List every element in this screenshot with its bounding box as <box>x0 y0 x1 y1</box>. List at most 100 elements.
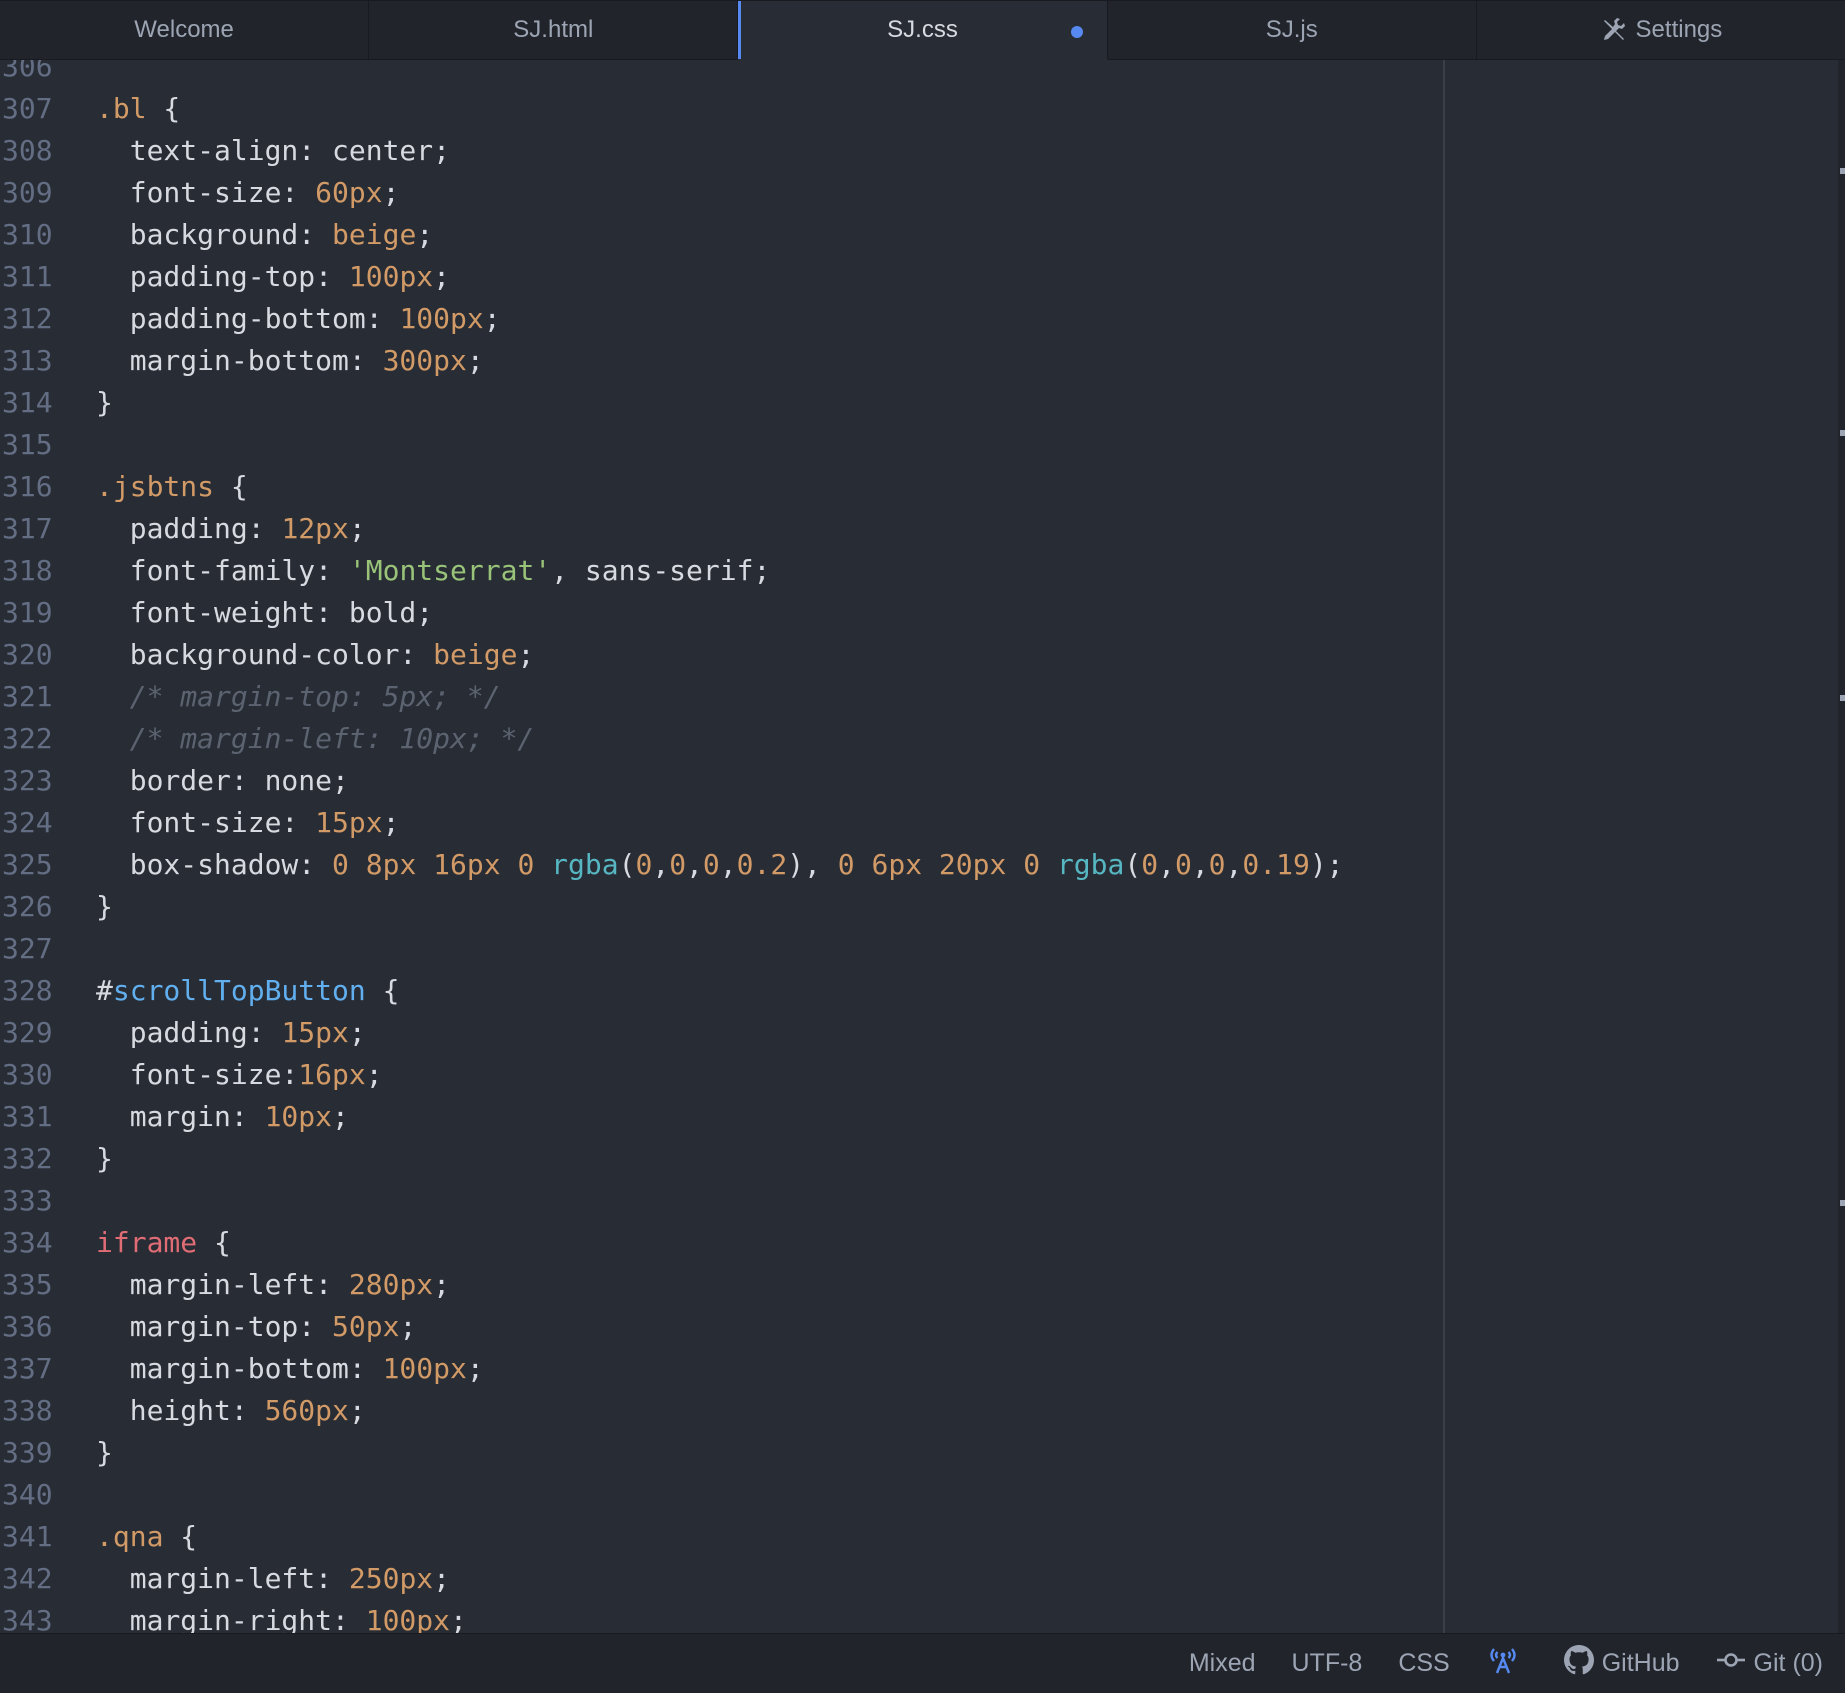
tab-sj-css[interactable]: SJ.css <box>738 1 1108 60</box>
code-line[interactable]: 319 font-weight: bold; <box>0 592 1344 634</box>
code-line[interactable]: 307 .bl { <box>0 88 1344 130</box>
line-number[interactable]: 331 <box>0 1096 56 1138</box>
code-line[interactable]: 336 margin-top: 50px; <box>0 1306 1344 1348</box>
code-line[interactable]: 308 text-align: center; <box>0 130 1344 172</box>
line-number[interactable]: 307 <box>0 88 56 130</box>
code-line[interactable]: 311 padding-top: 100px; <box>0 256 1344 298</box>
code-line[interactable]: 329 padding: 15px; <box>0 1012 1344 1054</box>
line-number[interactable]: 321 <box>0 676 56 718</box>
line-number[interactable]: 336 <box>0 1306 56 1348</box>
code-line[interactable]: 337 margin-bottom: 100px; <box>0 1348 1344 1390</box>
line-number[interactable]: 324 <box>0 802 56 844</box>
grammar-selector[interactable]: CSS <box>1398 1649 1449 1678</box>
code-line[interactable]: 309 font-size: 60px; <box>0 172 1344 214</box>
tab-sj-html[interactable]: SJ.html <box>369 1 739 60</box>
vertical-scrollbar[interactable] <box>1838 60 1845 1633</box>
line-number[interactable]: 330 <box>0 1054 56 1096</box>
code-line[interactable]: 320 background-color: beige; <box>0 634 1344 676</box>
code-line[interactable]: 317 padding: 12px; <box>0 508 1344 550</box>
code-token: font-size: <box>96 176 316 209</box>
code-line[interactable]: 342 margin-left: 250px; <box>0 1558 1344 1600</box>
code-line[interactable]: 315 <box>0 424 1344 466</box>
line-number[interactable]: 325 <box>0 844 56 886</box>
code-line[interactable]: 321 /* margin-top: 5px; */ <box>0 676 1344 718</box>
code-editor[interactable]: 306 307 .bl {308 text-align: center; 309 fo… <box>0 60 1838 1633</box>
code-token: ); <box>1309 848 1344 881</box>
code-line[interactable]: 334 iframe { <box>0 1222 1344 1264</box>
code-token: 15px <box>281 1016 349 1049</box>
code-line[interactable]: 327 <box>0 928 1344 970</box>
git-label: Git (0) <box>1753 1649 1823 1677</box>
code-line[interactable]: 312 padding-bottom: 100px; <box>0 298 1344 340</box>
code-line[interactable]: 306 <box>0 60 1344 88</box>
code-line[interactable]: 325 box-shadow: 0 8px 16px 0 rgba(0,0,0,… <box>0 844 1344 886</box>
code-token: ), <box>787 848 838 881</box>
line-number[interactable]: 334 <box>0 1222 56 1264</box>
line-number[interactable]: 311 <box>0 256 56 298</box>
line-number[interactable]: 318 <box>0 550 56 592</box>
line-number[interactable]: 306 <box>0 60 56 88</box>
code-token: 15px <box>315 806 383 839</box>
line-number[interactable]: 309 <box>0 172 56 214</box>
line-number[interactable]: 313 <box>0 340 56 382</box>
code-token: , <box>652 848 670 881</box>
line-number[interactable]: 342 <box>0 1558 56 1600</box>
line-number[interactable]: 339 <box>0 1432 56 1474</box>
code-line[interactable]: 332} <box>0 1138 1344 1180</box>
code-token: 10px <box>264 1100 333 1133</box>
code-line[interactable]: 316 .jsbtns { <box>0 466 1344 508</box>
tab-sj-js[interactable]: SJ.js <box>1107 1 1477 60</box>
line-number[interactable]: 319 <box>0 592 56 634</box>
code-token: 0 <box>1141 848 1159 881</box>
code-line[interactable]: 324 font-size: 15px; <box>0 802 1344 844</box>
line-ending-selector[interactable]: Mixed <box>1189 1649 1256 1678</box>
code-line[interactable]: 331 margin: 10px; <box>0 1096 1344 1138</box>
code-line[interactable]: 313 margin-bottom: 300px; <box>0 340 1344 382</box>
code-token: { <box>163 1520 198 1553</box>
line-number[interactable]: 315 <box>0 424 56 466</box>
line-number[interactable]: 343 <box>0 1600 56 1633</box>
code-line[interactable]: 340 <box>0 1474 1344 1516</box>
code-line[interactable]: 338 height: 560px; <box>0 1390 1344 1432</box>
line-number[interactable]: 332 <box>0 1138 56 1180</box>
code-line[interactable]: 330 font-size:16px; <box>0 1054 1344 1096</box>
line-number[interactable]: 317 <box>0 508 56 550</box>
code-line[interactable]: 318 font-family: 'Montserrat', sans-seri… <box>0 550 1344 592</box>
line-number[interactable]: 323 <box>0 760 56 802</box>
tab-welcome[interactable]: Welcome <box>0 1 370 60</box>
git-button[interactable]: Git (0) <box>1716 1645 1823 1682</box>
line-number[interactable]: 314 <box>0 382 56 424</box>
code-line[interactable]: 326} <box>0 886 1344 928</box>
line-number[interactable]: 316 <box>0 466 56 508</box>
code-line[interactable]: 339} <box>0 1432 1344 1474</box>
line-number[interactable]: 310 <box>0 214 56 256</box>
code-line[interactable]: 335 margin-left: 280px; <box>0 1264 1344 1306</box>
code-line[interactable]: 343 margin-right: 100px; <box>0 1600 1344 1633</box>
line-number[interactable]: 320 <box>0 634 56 676</box>
line-number[interactable]: 340 <box>0 1474 56 1516</box>
line-number[interactable]: 328 <box>0 970 56 1012</box>
code-line[interactable]: 328 #scrollTopButton { <box>0 970 1344 1012</box>
tab-settings[interactable]: Settings <box>1476 1 1845 60</box>
teletype-button[interactable] <box>1486 1645 1528 1682</box>
github-button[interactable]: GitHub <box>1563 1645 1680 1682</box>
code-line[interactable]: 333 <box>0 1180 1344 1222</box>
line-number[interactable]: 308 <box>0 130 56 172</box>
line-number[interactable]: 327 <box>0 928 56 970</box>
code-line[interactable]: 341 .qna { <box>0 1516 1344 1558</box>
modified-indicator-icon[interactable] <box>1070 26 1083 38</box>
code-line[interactable]: 322 /* margin-left: 10px; */ <box>0 718 1344 760</box>
line-number[interactable]: 335 <box>0 1264 56 1306</box>
code-line[interactable]: 314} <box>0 382 1344 424</box>
line-number[interactable]: 322 <box>0 718 56 760</box>
code-line[interactable]: 323 border: none; <box>0 760 1344 802</box>
line-number[interactable]: 333 <box>0 1180 56 1222</box>
line-number[interactable]: 312 <box>0 298 56 340</box>
encoding-selector[interactable]: UTF-8 <box>1292 1649 1363 1678</box>
line-number[interactable]: 337 <box>0 1348 56 1390</box>
line-number[interactable]: 341 <box>0 1516 56 1558</box>
line-number[interactable]: 326 <box>0 886 56 928</box>
code-line[interactable]: 310 background: beige; <box>0 214 1344 256</box>
line-number[interactable]: 329 <box>0 1012 56 1054</box>
line-number[interactable]: 338 <box>0 1390 56 1432</box>
